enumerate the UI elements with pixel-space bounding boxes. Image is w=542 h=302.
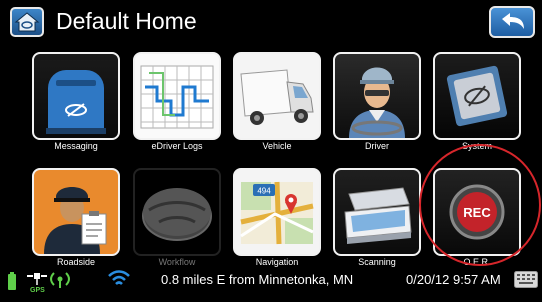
road-sign-text: 494 [257,187,271,196]
back-button[interactable] [489,6,535,38]
tile-label: Vehicle [262,141,292,151]
tile-scanning[interactable]: Scanning [333,168,421,268]
driver-icon [349,67,405,138]
battery-icon [8,272,16,290]
tile-edriver-logs[interactable]: eDriver Logs [133,52,221,152]
oer-highlight-circle [419,144,541,266]
tile-label: Messaging [54,141,98,151]
gps-icon [27,273,47,285]
inspector-icon [44,187,107,254]
wifi-icon [108,270,130,285]
tile-navigation[interactable]: 494 Navigation [233,168,321,268]
tile-label: Driver [365,141,389,151]
home-button[interactable] [10,7,44,37]
keyboard-icon[interactable] [514,271,538,288]
status-bar: GPS 0.8 miles E from Minnetonka, MN 0/20… [0,258,542,302]
home-icon [14,12,40,32]
log-grid-icon [140,65,214,129]
tile-vehicle[interactable]: Vehicle [233,52,321,152]
mailbox-icon [46,70,106,134]
truck-icon [240,69,314,125]
location-text: 0.8 miles E from Minnetonka, MN [161,272,354,287]
tile-system[interactable]: System [433,52,521,152]
header-bar: Default Home [0,0,542,44]
tile-workflow[interactable]: Workflow [133,168,221,268]
map-icon: 494 [240,181,314,245]
gps-label: GPS [30,287,45,294]
system-chip-icon [446,65,508,127]
page-title: Default Home [56,8,197,34]
cellular-signal-icon [50,272,70,288]
back-arrow-icon [502,13,524,29]
tile-label: eDriver Logs [151,141,203,151]
tile-roadside[interactable]: Roadside [32,168,120,268]
scanner-icon [344,187,412,244]
workflow-disc-icon [142,188,212,241]
datetime-text: 0/20/12 9:57 AM [406,272,501,287]
tile-messaging[interactable]: Messaging [32,52,120,152]
tile-driver[interactable]: Driver [333,52,421,152]
